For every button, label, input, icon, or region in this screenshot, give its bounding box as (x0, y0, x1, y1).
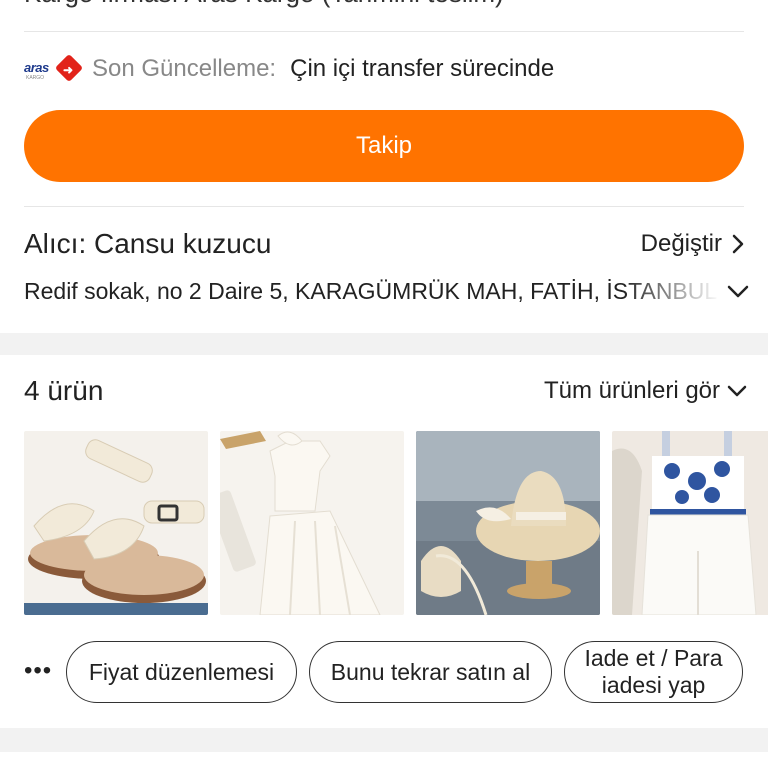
change-label: Değiştir (640, 230, 722, 257)
product-count: 4 ürün (24, 375, 104, 406)
divider (24, 206, 744, 207)
shipment-card: Kargo firması Aras Kargo (Tahmini teslim… (0, 0, 768, 333)
change-address-link[interactable]: Değiştir (641, 230, 746, 258)
price-adjust-button[interactable]: Fiyat düzenlemesi (66, 641, 297, 703)
product-thumbnails (24, 431, 768, 615)
return-refund-button[interactable]: Iade et / Para iadesi yap (564, 641, 743, 703)
next-card (0, 752, 768, 768)
update-value: Çin içi transfer sürecinde (290, 55, 555, 82)
chevron-down-icon (727, 385, 747, 397)
product-image-hat-bag[interactable] (416, 431, 600, 615)
product-image-outfit[interactable] (220, 431, 404, 615)
product-image-sandals[interactable] (24, 431, 208, 615)
buy-again-button[interactable]: Bunu tekrar satın al (309, 641, 552, 703)
receiver-address: Redif sokak, no 2 Daire 5, KARAGÜMRÜK MA… (24, 278, 718, 304)
order-actions: ••• Fiyat düzenlemesi Bunu tekrar satın … (24, 641, 768, 703)
divider (24, 31, 744, 32)
update-label: Son Güncelleme: (92, 55, 277, 82)
chevron-right-icon (732, 234, 744, 254)
shipment-carrier-text: Kargo firması Aras Kargo (Tahmini teslim… (24, 0, 504, 9)
chevron-down-icon[interactable] (726, 276, 750, 306)
receiver-name: Alıcı: Cansu kuzucu (24, 228, 272, 259)
more-actions-icon[interactable]: ••• (24, 657, 52, 685)
products-card: 4 ürün Tüm ürünleri gör ••• Fiyat düzenl… (0, 355, 768, 728)
track-button[interactable]: Takip (24, 110, 744, 182)
tracking-update-row: aras ➜ KARGO Son Güncelleme: Çin içi tra… (24, 52, 554, 86)
see-all-products-link[interactable]: Tüm ürünleri gör (544, 377, 748, 405)
product-image-romper[interactable] (612, 431, 768, 615)
aras-kargo-logo: aras ➜ KARGO (24, 53, 84, 85)
see-all-label: Tüm ürünleri gör (543, 377, 720, 404)
